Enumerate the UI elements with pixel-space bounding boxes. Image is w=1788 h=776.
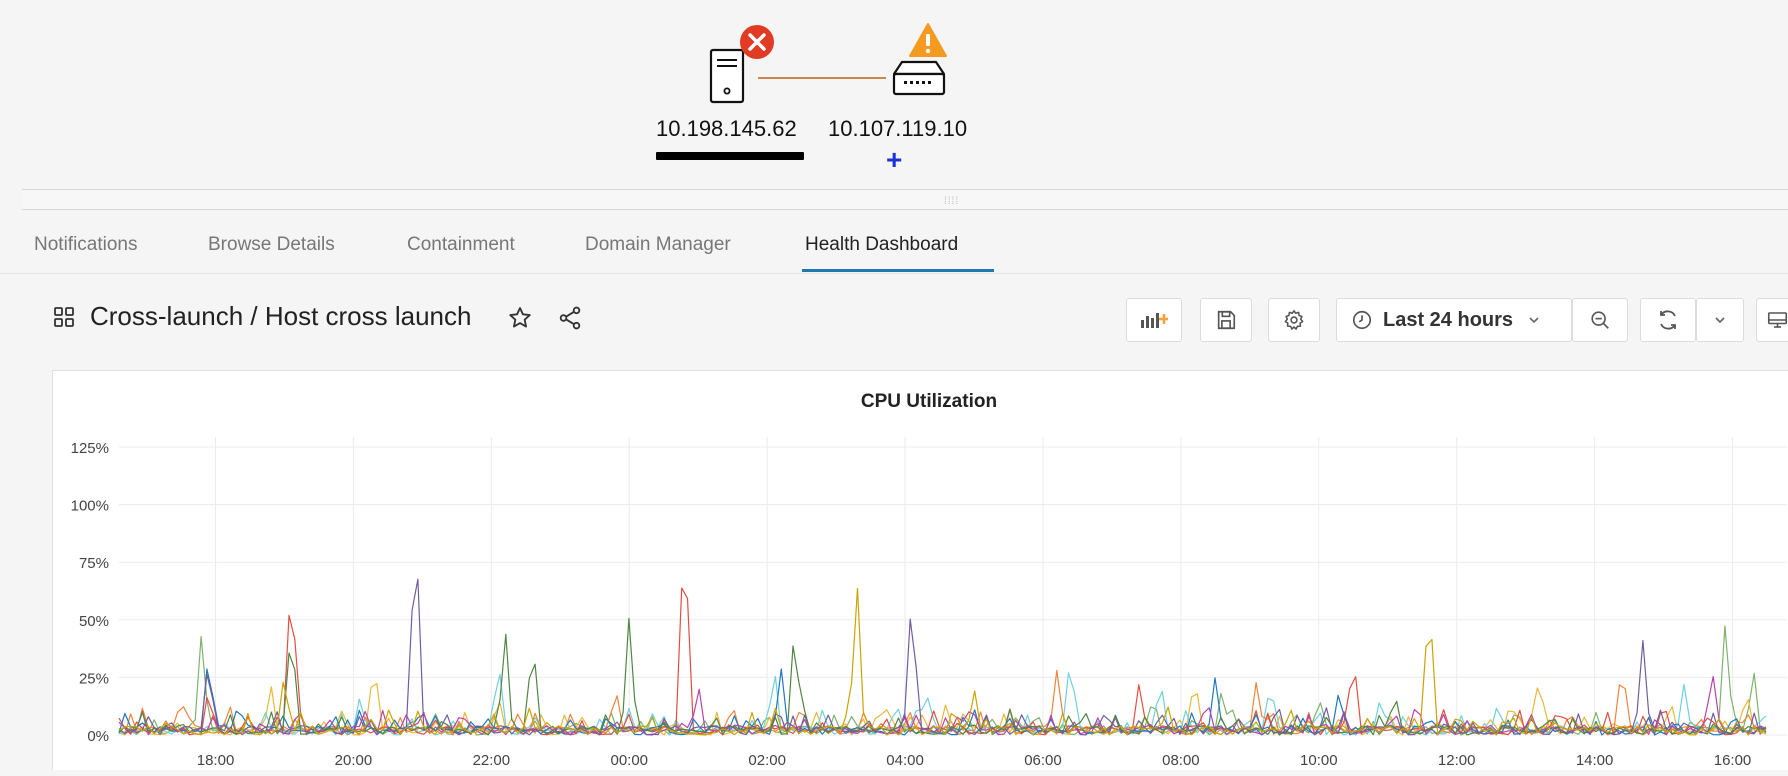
dashboard-settings-button[interactable] — [1268, 298, 1320, 342]
x-tick-label: 02:00 — [748, 752, 786, 769]
cpu-utilization-panel[interactable]: CPU Utilization 0% 25% 50% 75% 100% 125% 18:0… — [52, 370, 1788, 770]
topology-node-switch[interactable] — [890, 58, 948, 98]
settings-icon — [1284, 310, 1304, 330]
y-axis: 0% 25% 50% 75% 100% 125% — [71, 440, 109, 745]
tab-health-dashboard[interactable]: Health Dashboard — [805, 234, 958, 256]
tab-domain-manager[interactable]: Domain Manager — [585, 234, 731, 256]
tab-containment[interactable]: Containment — [407, 234, 515, 256]
x-tick-label: 14:00 — [1576, 752, 1614, 769]
chart-title: CPU Utilization — [861, 391, 997, 412]
zoom-out-button[interactable] — [1572, 298, 1628, 342]
chevron-down-icon — [1715, 317, 1725, 324]
tv-mode-button[interactable] — [1756, 298, 1788, 342]
add-panel-button[interactable] — [1126, 298, 1182, 342]
error-icon — [738, 23, 776, 66]
chevron-down-icon — [1529, 317, 1539, 324]
x-axis: 18:00 20:00 22:00 00:00 02:00 04:00 06:00 08:00… — [197, 752, 1752, 769]
selected-node-indicator — [656, 152, 804, 160]
tv-mode-icon — [1767, 312, 1788, 328]
dashboard-header: Cross-launch / Host cross launch Last 24… — [0, 290, 1788, 350]
y-tick-label: 125% — [71, 440, 109, 457]
warning-icon — [908, 22, 948, 63]
x-tick-label: 00:00 — [610, 752, 648, 769]
tab-browse-details[interactable]: Browse Details — [208, 234, 335, 256]
x-tick-label: 16:00 — [1714, 752, 1752, 769]
topology-link[interactable] — [758, 77, 886, 79]
y-tick-label: 25% — [79, 670, 109, 687]
x-tick-label: 04:00 — [886, 752, 924, 769]
x-tick-label: 20:00 — [335, 752, 373, 769]
add-panel-icon — [1141, 313, 1168, 328]
share-icon[interactable] — [557, 305, 583, 336]
topology-view: 10.198.145.62 10.107.119.10 + — [22, 8, 1788, 190]
tab-bar: Notifications Browse Details Containment… — [0, 232, 1788, 274]
time-range-label: Last 24 hours — [1383, 308, 1514, 331]
y-tick-label: 0% — [87, 728, 109, 745]
switch-icon — [892, 60, 946, 96]
node-label-switch[interactable]: 10.107.119.10 — [828, 116, 967, 142]
time-range-picker[interactable]: Last 24 hours — [1336, 298, 1572, 342]
y-tick-label: 50% — [79, 613, 109, 630]
save-dashboard-button[interactable] — [1200, 298, 1252, 342]
node-label-server[interactable]: 10.198.145.62 — [656, 116, 797, 142]
zoom-out-icon — [1591, 311, 1609, 329]
chart-series — [118, 578, 1767, 736]
refresh-interval-dropdown[interactable] — [1696, 298, 1744, 342]
y-tick-label: 75% — [79, 555, 109, 572]
pane-splitter[interactable]: ⁞⁞⁞⁞ — [22, 190, 1788, 210]
x-tick-label: 18:00 — [197, 752, 235, 769]
x-tick-label: 10:00 — [1300, 752, 1338, 769]
x-tick-label: 06:00 — [1024, 752, 1062, 769]
splitter-grip-icon[interactable]: ⁞⁞⁞⁞ — [944, 196, 959, 207]
active-tab-indicator — [802, 269, 994, 272]
clock-icon — [1352, 310, 1372, 330]
refresh-icon — [1660, 310, 1676, 330]
x-tick-label: 22:00 — [473, 752, 511, 769]
x-tick-label: 12:00 — [1438, 752, 1476, 769]
star-icon[interactable] — [507, 305, 533, 336]
refresh-button[interactable] — [1640, 298, 1696, 342]
cpu-utilization-chart: CPU Utilization 0% 25% 50% 75% 100% 125% 18:0… — [71, 391, 1787, 769]
x-tick-label: 08:00 — [1162, 752, 1200, 769]
y-tick-label: 100% — [71, 498, 109, 515]
save-icon — [1217, 310, 1236, 330]
dashboard-breadcrumb[interactable]: Cross-launch / Host cross launch — [90, 301, 471, 332]
dashboards-grid-icon[interactable] — [52, 305, 76, 334]
tab-notifications[interactable]: Notifications — [34, 234, 138, 256]
expand-node-icon[interactable]: + — [886, 146, 902, 174]
